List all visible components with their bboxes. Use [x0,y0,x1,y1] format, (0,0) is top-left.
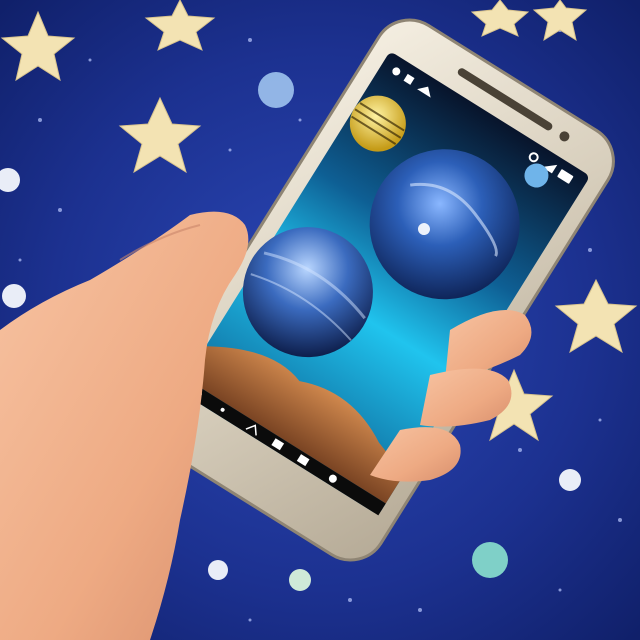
photo-scene [0,0,640,640]
scene-svg [0,0,640,640]
